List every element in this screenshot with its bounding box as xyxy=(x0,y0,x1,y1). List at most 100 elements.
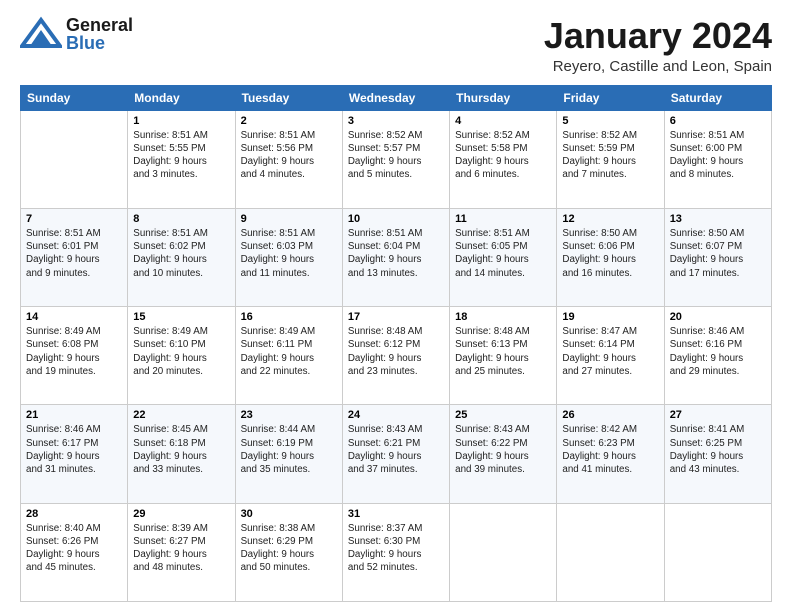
day-info: Sunrise: 8:41 AM Sunset: 6:25 PM Dayligh… xyxy=(670,423,766,476)
calendar-cell: 31 Sunrise: 8:37 AM Sunset: 6:30 PM Dayli… xyxy=(342,503,449,601)
calendar-cell: 21Sunrise: 8:46 AM Sunset: 6:17 PM Dayli… xyxy=(21,405,128,503)
day-info: Sunrise: 8:52 AM Sunset: 5:59 PM Dayligh… xyxy=(562,129,658,182)
month-title: January 2024 xyxy=(544,16,772,56)
day-info: Sunrise: 8:49 AM Sunset: 6:11 PM Dayligh… xyxy=(241,325,337,378)
calendar-cell: 9Sunrise: 8:51 AM Sunset: 6:03 PM Daylig… xyxy=(235,208,342,306)
day-number: 8 xyxy=(133,213,229,225)
day-info: Sunrise: 8:47 AM Sunset: 6:14 PM Dayligh… xyxy=(562,325,658,378)
day-number: 16 xyxy=(241,311,337,323)
day-number: 30 xyxy=(241,508,337,520)
day-info: Sunrise: 8:37 AM Sunset: 6:30 PM Dayligh… xyxy=(348,522,444,575)
title-block: January 2024 Reyero, Castille and Leon, … xyxy=(544,16,772,75)
calendar-cell: 24Sunrise: 8:43 AM Sunset: 6:21 PM Dayli… xyxy=(342,405,449,503)
calendar-cell: 7 Sunrise: 8:51 AM Sunset: 6:01 PM Daylig… xyxy=(21,208,128,306)
day-number: 7 xyxy=(26,213,122,225)
day-number: 5 xyxy=(562,115,658,127)
day-number: 28 xyxy=(26,508,122,520)
day-info: Sunrise: 8:38 AM Sunset: 6:29 PM Dayligh… xyxy=(241,522,337,575)
calendar-cell: 28 Sunrise: 8:40 AM Sunset: 6:26 PM Dayli… xyxy=(21,503,128,601)
calendar-cell: 11 Sunrise: 8:51 AM Sunset: 6:05 PM Dayli… xyxy=(450,208,557,306)
calendar-cell: 19 Sunrise: 8:47 AM Sunset: 6:14 PM Dayli… xyxy=(557,307,664,405)
calendar-header-row: Sunday Monday Tuesday Wednesday Thursday… xyxy=(21,85,772,110)
day-info: Sunrise: 8:52 AM Sunset: 5:58 PM Dayligh… xyxy=(455,129,551,182)
day-number: 4 xyxy=(455,115,551,127)
calendar-table: Sunday Monday Tuesday Wednesday Thursday… xyxy=(20,85,772,602)
day-info: Sunrise: 8:50 AM Sunset: 6:06 PM Dayligh… xyxy=(562,227,658,280)
calendar-cell: 4 Sunrise: 8:52 AM Sunset: 5:58 PM Daylig… xyxy=(450,110,557,208)
day-info: Sunrise: 8:51 AM Sunset: 6:02 PM Dayligh… xyxy=(133,227,229,280)
day-info: Sunrise: 8:50 AM Sunset: 6:07 PM Dayligh… xyxy=(670,227,766,280)
calendar-cell: 12 Sunrise: 8:50 AM Sunset: 6:06 PM Dayli… xyxy=(557,208,664,306)
header-thursday: Thursday xyxy=(450,85,557,110)
day-info: Sunrise: 8:46 AM Sunset: 6:17 PM Dayligh… xyxy=(26,423,122,476)
day-number: 9 xyxy=(241,213,337,225)
day-info: Sunrise: 8:48 AM Sunset: 6:13 PM Dayligh… xyxy=(455,325,551,378)
day-number: 13 xyxy=(670,213,766,225)
logo-blue-text: Blue xyxy=(66,34,133,52)
calendar-cell: 23Sunrise: 8:44 AM Sunset: 6:19 PM Dayli… xyxy=(235,405,342,503)
day-number: 1 xyxy=(133,115,229,127)
header-tuesday: Tuesday xyxy=(235,85,342,110)
calendar-cell: 6 Sunrise: 8:51 AM Sunset: 6:00 PM Daylig… xyxy=(664,110,771,208)
calendar-cell: 15Sunrise: 8:49 AM Sunset: 6:10 PM Dayli… xyxy=(128,307,235,405)
day-number: 20 xyxy=(670,311,766,323)
calendar-cell: 30 Sunrise: 8:38 AM Sunset: 6:29 PM Dayli… xyxy=(235,503,342,601)
day-info: Sunrise: 8:45 AM Sunset: 6:18 PM Dayligh… xyxy=(133,423,229,476)
calendar-cell xyxy=(664,503,771,601)
day-info: Sunrise: 8:49 AM Sunset: 6:08 PM Dayligh… xyxy=(26,325,122,378)
day-number: 18 xyxy=(455,311,551,323)
day-info: Sunrise: 8:51 AM Sunset: 6:05 PM Dayligh… xyxy=(455,227,551,280)
calendar-cell: 17 Sunrise: 8:48 AM Sunset: 6:12 PM Dayli… xyxy=(342,307,449,405)
calendar-cell: 20 Sunrise: 8:46 AM Sunset: 6:16 PM Dayli… xyxy=(664,307,771,405)
day-number: 15 xyxy=(133,311,229,323)
calendar-cell xyxy=(557,503,664,601)
calendar-cell: 16 Sunrise: 8:49 AM Sunset: 6:11 PM Dayli… xyxy=(235,307,342,405)
day-info: Sunrise: 8:43 AM Sunset: 6:22 PM Dayligh… xyxy=(455,423,551,476)
day-number: 11 xyxy=(455,213,551,225)
day-number: 17 xyxy=(348,311,444,323)
calendar-cell: 13 Sunrise: 8:50 AM Sunset: 6:07 PM Dayli… xyxy=(664,208,771,306)
day-info: Sunrise: 8:44 AM Sunset: 6:19 PM Dayligh… xyxy=(241,423,337,476)
day-number: 26 xyxy=(562,409,658,421)
calendar-cell: 26Sunrise: 8:42 AM Sunset: 6:23 PM Dayli… xyxy=(557,405,664,503)
calendar-week-1: 7 Sunrise: 8:51 AM Sunset: 6:01 PM Daylig… xyxy=(21,208,772,306)
day-number: 19 xyxy=(562,311,658,323)
day-info: Sunrise: 8:51 AM Sunset: 6:01 PM Dayligh… xyxy=(26,227,122,280)
day-number: 25 xyxy=(455,409,551,421)
day-number: 2 xyxy=(241,115,337,127)
header-sunday: Sunday xyxy=(21,85,128,110)
header: General Blue January 2024 Reyero, Castil… xyxy=(20,16,772,75)
header-saturday: Saturday xyxy=(664,85,771,110)
calendar-cell: 25 Sunrise: 8:43 AM Sunset: 6:22 PM Dayli… xyxy=(450,405,557,503)
header-wednesday: Wednesday xyxy=(342,85,449,110)
day-info: Sunrise: 8:51 AM Sunset: 5:55 PM Dayligh… xyxy=(133,129,229,182)
day-info: Sunrise: 8:46 AM Sunset: 6:16 PM Dayligh… xyxy=(670,325,766,378)
day-number: 3 xyxy=(348,115,444,127)
calendar-cell: 5 Sunrise: 8:52 AM Sunset: 5:59 PM Daylig… xyxy=(557,110,664,208)
day-number: 12 xyxy=(562,213,658,225)
header-monday: Monday xyxy=(128,85,235,110)
calendar-cell: 29Sunrise: 8:39 AM Sunset: 6:27 PM Dayli… xyxy=(128,503,235,601)
calendar-cell: 2Sunrise: 8:51 AM Sunset: 5:56 PM Daylig… xyxy=(235,110,342,208)
calendar-cell: 18 Sunrise: 8:48 AM Sunset: 6:13 PM Dayli… xyxy=(450,307,557,405)
calendar-cell xyxy=(450,503,557,601)
calendar-cell: 22 Sunrise: 8:45 AM Sunset: 6:18 PM Dayli… xyxy=(128,405,235,503)
calendar-cell: 1 Sunrise: 8:51 AM Sunset: 5:55 PM Daylig… xyxy=(128,110,235,208)
day-info: Sunrise: 8:51 AM Sunset: 6:04 PM Dayligh… xyxy=(348,227,444,280)
logo: General Blue xyxy=(20,16,133,52)
calendar-week-3: 21Sunrise: 8:46 AM Sunset: 6:17 PM Dayli… xyxy=(21,405,772,503)
day-number: 14 xyxy=(26,311,122,323)
day-number: 22 xyxy=(133,409,229,421)
calendar-cell: 27Sunrise: 8:41 AM Sunset: 6:25 PM Dayli… xyxy=(664,405,771,503)
logo-icon xyxy=(20,16,62,52)
day-number: 31 xyxy=(348,508,444,520)
day-info: Sunrise: 8:40 AM Sunset: 6:26 PM Dayligh… xyxy=(26,522,122,575)
calendar-cell xyxy=(21,110,128,208)
day-info: Sunrise: 8:51 AM Sunset: 6:00 PM Dayligh… xyxy=(670,129,766,182)
day-info: Sunrise: 8:43 AM Sunset: 6:21 PM Dayligh… xyxy=(348,423,444,476)
calendar-week-2: 14 Sunrise: 8:49 AM Sunset: 6:08 PM Dayli… xyxy=(21,307,772,405)
day-number: 6 xyxy=(670,115,766,127)
calendar-cell: 14 Sunrise: 8:49 AM Sunset: 6:08 PM Dayli… xyxy=(21,307,128,405)
header-friday: Friday xyxy=(557,85,664,110)
day-info: Sunrise: 8:48 AM Sunset: 6:12 PM Dayligh… xyxy=(348,325,444,378)
